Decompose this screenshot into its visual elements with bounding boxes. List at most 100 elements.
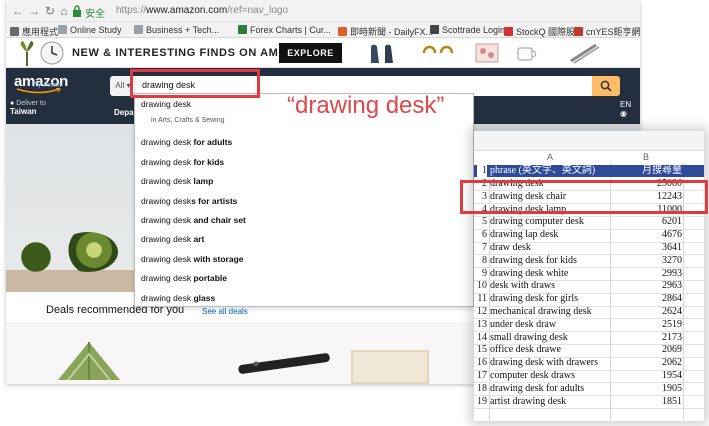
deliver-to-location[interactable]: ● Deliver to Taiwan [10, 100, 46, 117]
suggestion-item[interactable]: drawing desk with storage [141, 254, 244, 264]
table-row[interactable]: 16 drawing desk with drawers 2062 [474, 357, 704, 369]
row-number: 6 [482, 229, 487, 241]
see-all-deals-link[interactable]: See all deals [202, 307, 248, 316]
suggestion-completion: for adults [193, 137, 233, 148]
search-volume: 2173 [662, 331, 682, 343]
column-a-header: A [546, 152, 553, 162]
shelf-graphic [6, 270, 146, 292]
url-prefix: https:// [116, 5, 147, 16]
deliver-country: Taiwan [10, 107, 37, 116]
suggestion-item[interactable]: drawing desk [141, 99, 191, 109]
spreadsheet-highlight-box [460, 180, 708, 214]
keyword-phrase: computer desk draws [490, 370, 575, 381]
keyword-phrase: artist drawing desk [490, 395, 567, 407]
suggestion-base: drawing desk [141, 253, 194, 264]
lock-icon [73, 5, 81, 17]
suggestion-completion: with storage [193, 253, 244, 264]
table-row[interactable]: 12 mechanical drawing desk 2624 [474, 306, 704, 318]
bookmark-favicon-icon [58, 25, 67, 34]
suggestion-base: drawing desk [141, 99, 192, 109]
table-row[interactable]: 19 artist drawing desk 1851 [474, 396, 704, 408]
table-row[interactable]: 7 draw desk 3641 [474, 242, 704, 254]
table-row[interactable]: 14 small drawing desk 2173 [474, 332, 704, 344]
explore-button[interactable]: EXPLORE [279, 43, 342, 63]
globe-icon: ◉ [620, 109, 627, 118]
table-row[interactable]: 11 drawing desk for girls 2864 [474, 293, 704, 305]
suggestion-item[interactable]: drawing desk art [141, 234, 204, 244]
bookmark-item[interactable]: Forex Charts | Cur... [238, 25, 331, 35]
bookmark-item[interactable]: StockQ 國際股市 [504, 25, 584, 38]
keyword-phrase: drawing desk with drawers [490, 357, 599, 369]
suggestion-base: drawing desk [141, 215, 194, 225]
promo-banner[interactable]: NEW & INTERESTING FINDS ON AMAZON EXPLOR… [6, 38, 640, 68]
row-number: 19 [477, 395, 487, 407]
box-product-image[interactable] [351, 350, 429, 384]
secure-label: 安全 [85, 9, 105, 20]
table-row[interactable]: 13 under desk draw 2519 [474, 319, 704, 331]
row-number: 11 [477, 293, 487, 305]
keyword-phrase: desk with draws [490, 280, 555, 292]
suggestion-item[interactable]: drawing desk for adults [141, 137, 232, 147]
row-number: 5 [482, 216, 487, 228]
back-icon[interactable]: ← [12, 4, 24, 18]
table-row[interactable]: 6 drawing lap desk 4676 [474, 229, 704, 241]
avocado-whole-graphic [14, 242, 54, 272]
remote-product-image[interactable] [236, 352, 332, 374]
suggestion-item[interactable]: drawing desk portable [141, 273, 227, 283]
bookmark-item[interactable]: 應用程式 [10, 25, 58, 38]
suggestion-base: drawing desk [141, 273, 194, 284]
grid-line [474, 407, 704, 409]
suggestion-item[interactable]: drawing desk and chair set [141, 215, 246, 225]
reload-icon[interactable]: ↻ [44, 4, 56, 18]
url-field[interactable]: https://www.amazon.com/ref=nav_logo [116, 5, 288, 16]
search-volume: 3641 [662, 242, 682, 253]
keyword-phrase: drawing desk for girls [490, 293, 579, 305]
keyword-phrase: under desk draw [490, 318, 557, 330]
keyword-phrase: drawing lap desk [490, 229, 559, 241]
suggestion-category[interactable]: in Arts, Crafts & Sewing [151, 117, 225, 124]
spreadsheet-toolbar [474, 131, 704, 151]
row-number: 14 [477, 331, 487, 343]
search-volume: 4676 [662, 229, 682, 241]
suggestion-completion: and chair set [193, 215, 246, 225]
bookmark-item[interactable]: Online Study [58, 25, 122, 35]
plant-icon [20, 41, 34, 66]
forward-icon[interactable]: → [28, 4, 40, 18]
table-row[interactable]: 10 desk with draws 2963 [474, 280, 704, 292]
earrings-icon [422, 45, 454, 54]
departments-menu[interactable]: Depa [114, 108, 134, 117]
suggestion-item[interactable]: drawing desks for artists [141, 196, 237, 206]
bookmark-label: Forex Charts | Cur... [250, 25, 331, 35]
header-volume: 月搜尋量 [642, 165, 682, 176]
tool-icon [570, 43, 600, 64]
banner-text: NEW & INTERESTING FINDS ON AMAZON [72, 47, 312, 59]
search-volume: 1905 [662, 382, 682, 394]
search-volume: 2993 [662, 267, 682, 279]
tent-product-image[interactable] [54, 336, 124, 382]
table-row[interactable]: 15 office desk drawe 2069 [474, 344, 704, 356]
bookmark-item[interactable]: Business + Tech... [134, 25, 219, 35]
search-button[interactable] [592, 76, 620, 96]
suggestion-base: drawing desk [141, 195, 192, 206]
keyword-phrase: drawing desk for adults [490, 382, 585, 394]
suggestion-item[interactable]: drawing desk for kids [141, 157, 224, 167]
bookmark-label: Business + Tech... [146, 25, 220, 35]
header-phrase: phrase (英文字、英文詞) [490, 165, 596, 176]
suggestion-item[interactable]: drawing desk lamp [141, 176, 213, 186]
table-row[interactable]: 9 drawing desk white 2993 [474, 268, 704, 280]
search-volume: 2519 [662, 318, 682, 330]
language-selector[interactable]: EN ◉ [620, 100, 631, 118]
bookmark-item[interactable]: cnYES鉅亨網 [574, 25, 640, 38]
boots-icon [371, 44, 393, 63]
table-row[interactable]: 17 computer desk draws 1954 [474, 370, 704, 382]
table-row[interactable]: 5 drawing computer desk 6201 [474, 216, 704, 228]
suggestion-base: drawing desk [141, 292, 194, 303]
suggestion-item[interactable]: drawing desk glass [141, 293, 215, 303]
bookmark-item[interactable]: Scottrade Login [430, 25, 505, 35]
bookmark-item[interactable]: 即時新聞 - DailyFX... [338, 25, 433, 38]
table-row[interactable]: 18 drawing desk for adults 1905 [474, 383, 704, 395]
tiles-icon [475, 43, 499, 63]
table-row[interactable]: 8 drawing desk for kids 3270 [474, 255, 704, 267]
home-icon[interactable]: ⌂ [58, 4, 70, 18]
keyword-phrase: mechanical drawing desk [490, 306, 592, 317]
